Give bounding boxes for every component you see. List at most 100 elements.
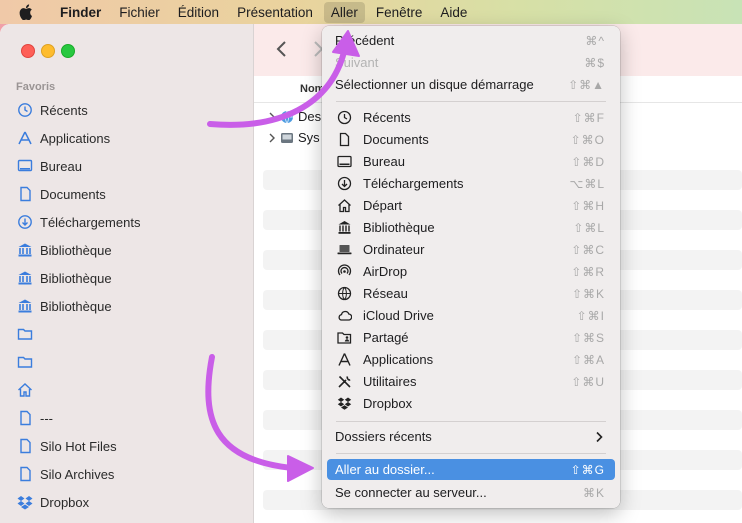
document-icon [20, 438, 31, 454]
folder-icon [17, 356, 33, 368]
sidebar-item-dropbox[interactable]: Dropbox [16, 492, 89, 512]
sidebar-item-label: Bureau [40, 158, 82, 174]
dropbox-icon [337, 397, 351, 410]
menu-item-aller-au-dossier[interactable]: Aller au dossier... ⇧⌘G [327, 459, 615, 480]
sidebar-item-documents[interactable]: Documents [16, 184, 106, 204]
sidebar-item-silo-archives[interactable]: Silo Archives [16, 464, 114, 484]
menu-item-airdrop[interactable]: AirDrop ⇧⌘R [327, 261, 615, 282]
menu-item-utilitaires[interactable]: Utilitaires ⇧⌘U [327, 371, 615, 392]
sidebar-item-bibliotheque-1[interactable]: Bibliothèque [16, 240, 112, 260]
menu-item-bibliotheque[interactable]: Bibliothèque ⇧⌘L [327, 217, 615, 238]
menu-item-selectionner-disque[interactable]: Sélectionner un disque démarrage ⇧⌘▲ [327, 74, 615, 95]
sidebar-heading-favoris: Favoris [16, 81, 56, 93]
menu-fenetre[interactable]: Fenêtre [369, 2, 430, 23]
zoom-window-button[interactable] [61, 44, 75, 58]
menu-fichier[interactable]: Fichier [112, 2, 167, 23]
library-icon [338, 221, 350, 234]
menu-item-applications[interactable]: Applications ⇧⌘A [327, 349, 615, 370]
document-icon [20, 410, 31, 426]
sidebar-item-label: Bibliothèque [40, 270, 112, 286]
menu-edition[interactable]: Édition [171, 2, 226, 23]
sidebar-item-label: Bibliothèque [40, 298, 112, 314]
menu-item-telechargements[interactable]: Téléchargements ⌥⌘L [327, 173, 615, 194]
sidebar-item-telechargements[interactable]: Téléchargements [16, 212, 140, 232]
menu-item-depart[interactable]: Départ ⇧⌘H [327, 195, 615, 216]
globe-icon [337, 286, 351, 301]
chevron-right-icon[interactable] [268, 112, 276, 122]
home-icon [337, 199, 351, 213]
apple-logo-icon[interactable] [19, 4, 33, 20]
desktop-icon [336, 155, 352, 168]
sidebar-item-label: Dropbox [40, 494, 90, 510]
library-icon [18, 271, 32, 285]
list-item[interactable]: Sys [268, 130, 320, 145]
menu-aller[interactable]: Aller [323, 1, 365, 23]
library-icon [18, 243, 32, 257]
menu-item-se-connecter-serveur[interactable]: Se connecter au serveur... ⌘K [327, 482, 615, 503]
tools-icon [337, 375, 351, 388]
home-icon [18, 383, 32, 397]
dropbox-icon [17, 496, 33, 510]
sidebar-item-bibliotheque-3[interactable]: Bibliothèque [16, 296, 112, 316]
go-menu-dropdown: Précédent ⌘^ Suivant ⌘$ Sélectionner un … [322, 26, 620, 508]
menu-item-precedent[interactable]: Précédent ⌘^ [327, 30, 615, 51]
clock-icon [337, 110, 351, 125]
menu-item-icloud-drive[interactable]: iCloud Drive ⇧⌘I [327, 305, 615, 326]
sidebar-item-folder-2[interactable] [16, 352, 40, 372]
minimize-window-button[interactable] [41, 44, 55, 58]
menu-separator [336, 421, 606, 422]
sidebar-item-label: Silo Archives [40, 466, 115, 482]
sidebar-item-recents[interactable]: Récents [16, 100, 88, 120]
sidebar-item-home[interactable] [16, 380, 40, 400]
back-arrow-icon[interactable] [274, 38, 290, 60]
column-header-nom[interactable]: Nom [300, 83, 324, 95]
desktop-icon [17, 159, 33, 172]
sidebar-item-label: Silo Hot Files [40, 438, 117, 454]
sidebar-item-label: --- [40, 410, 53, 426]
menu-item-bureau[interactable]: Bureau ⇧⌘D [327, 151, 615, 172]
close-window-button[interactable] [21, 44, 35, 58]
menu-item-reseau[interactable]: Réseau ⇧⌘K [327, 283, 615, 304]
document-icon [20, 186, 31, 202]
chevron-right-icon[interactable] [268, 133, 276, 143]
sidebar-item-bibliotheque-2[interactable]: Bibliothèque [16, 268, 112, 288]
library-icon [18, 299, 32, 313]
menu-aide[interactable]: Aide [433, 2, 474, 23]
sidebar-item-folder-1[interactable] [16, 324, 40, 344]
menu-bar: Finder Fichier Édition Présentation Alle… [0, 0, 742, 24]
menu-item-dossiers-recents[interactable]: Dossiers récents [327, 426, 615, 447]
menu-item-partage[interactable]: Partagé ⇧⌘S [327, 327, 615, 348]
airdrop-icon [337, 264, 351, 276]
menu-item-recents[interactable]: Récents ⇧⌘F [327, 107, 615, 128]
sidebar-item-silo-hot-files[interactable]: Silo Hot Files [16, 436, 117, 456]
menu-item-documents[interactable]: Documents ⇧⌘O [327, 129, 615, 150]
network-globe-icon [281, 110, 293, 123]
sidebar-item-label: Téléchargements [40, 214, 141, 230]
menu-separator [336, 101, 606, 102]
menu-item-ordinateur[interactable]: Ordinateur ⇧⌘C [327, 239, 615, 260]
sidebar-item-label: Documents [40, 186, 106, 202]
sidebar-item-label: Bibliothèque [40, 242, 112, 258]
sidebar-item-label: Récents [40, 102, 88, 118]
list-item-label: Des [298, 109, 322, 124]
menu-finder[interactable]: Finder [53, 2, 108, 23]
menu-presentation[interactable]: Présentation [230, 2, 320, 23]
applications-icon [337, 353, 351, 366]
sidebar: Favoris Récents Applications Bureau Docu… [0, 24, 254, 523]
disk-icon [281, 132, 293, 143]
list-item-label: Sys [298, 130, 320, 145]
sidebar-item-dashes[interactable]: --- [16, 408, 53, 428]
menu-separator [336, 453, 606, 454]
sidebar-item-bureau[interactable]: Bureau [16, 156, 82, 176]
download-icon [337, 176, 351, 191]
list-item[interactable]: Des [268, 109, 321, 124]
shared-folder-icon [336, 332, 351, 344]
sidebar-item-applications[interactable]: Applications [16, 128, 110, 148]
document-icon [20, 466, 31, 482]
menu-item-dropbox[interactable]: Dropbox [327, 393, 615, 414]
applications-icon [18, 131, 32, 145]
download-icon [18, 215, 32, 229]
laptop-icon [337, 245, 351, 255]
chevron-right-icon [596, 431, 603, 442]
folder-icon [17, 328, 33, 340]
